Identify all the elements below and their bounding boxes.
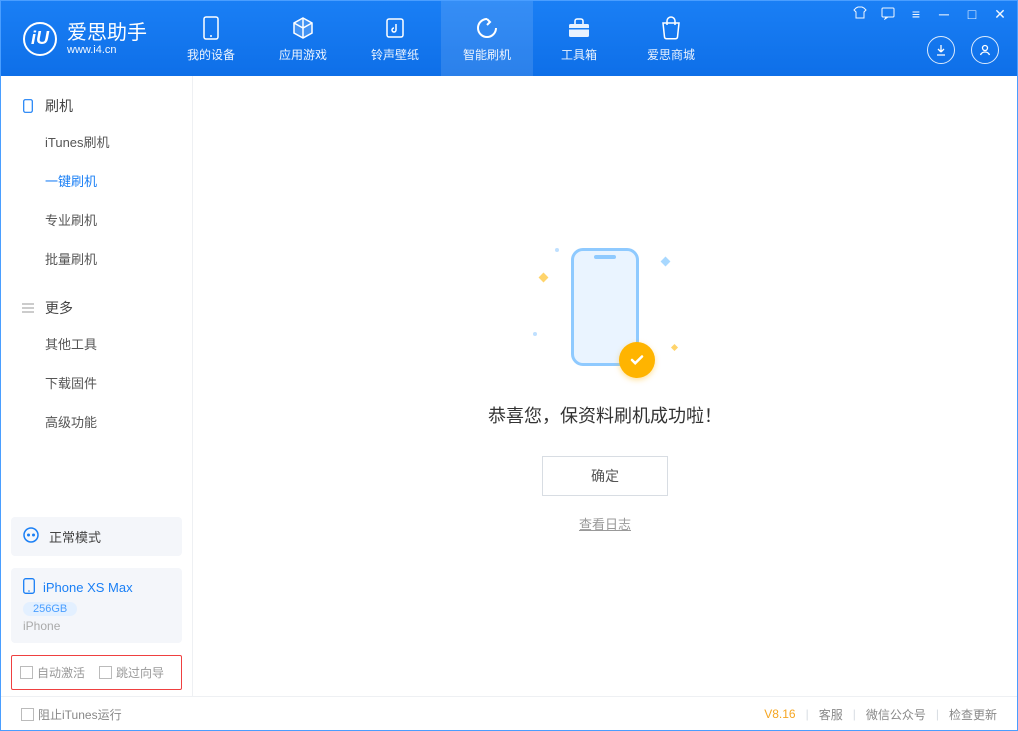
feedback-icon[interactable] (879, 6, 897, 23)
device-box[interactable]: iPhone XS Max 256GB iPhone (11, 568, 182, 643)
nav-tab-apps[interactable]: 应用游戏 (257, 1, 349, 76)
nav-tab-store[interactable]: 爱思商城 (625, 1, 717, 76)
nav-tabs: 我的设备 应用游戏 铃声壁纸 智能刷机 工具箱 爱思商城 (165, 1, 717, 76)
list-icon (21, 301, 35, 315)
sidebar-item-advanced[interactable]: 高级功能 (45, 402, 192, 441)
device-phone-icon (23, 578, 35, 597)
close-button[interactable]: ✕ (991, 6, 1009, 23)
sidebar-head-more[interactable]: 更多 (1, 292, 192, 324)
nav-tab-tools[interactable]: 工具箱 (533, 1, 625, 76)
cube-icon (290, 15, 316, 41)
checkbox-auto-activate[interactable]: 自动激活 (20, 664, 85, 681)
logo-area: iU 爱思助手 www.i4.cn (1, 1, 165, 76)
version-label: V8.16 (764, 707, 795, 721)
sidebar-item-pro-flash[interactable]: 专业刷机 (45, 200, 192, 239)
brand-name: 爱思助手 (67, 22, 147, 44)
footer-link-support[interactable]: 客服 (819, 706, 843, 723)
download-icon[interactable] (927, 36, 955, 64)
footer: 阻止iTunes运行 V8.16 | 客服 | 微信公众号 | 检查更新 (1, 696, 1017, 731)
mode-box[interactable]: 正常模式 (11, 517, 182, 556)
sidebar-item-other-tools[interactable]: 其他工具 (45, 324, 192, 363)
device-capacity: 256GB (23, 602, 77, 616)
minimize-button[interactable]: ─ (935, 6, 953, 23)
ok-button[interactable]: 确定 (542, 456, 668, 496)
footer-link-update[interactable]: 检查更新 (949, 706, 997, 723)
success-message: 恭喜您，保资料刷机成功啦！ (488, 402, 722, 428)
success-illustration (515, 240, 695, 380)
toolbox-icon (566, 15, 592, 41)
device-name: iPhone XS Max (43, 580, 133, 595)
sidebar-section-more: 更多 其他工具 下载固件 高级功能 (1, 278, 192, 441)
device-type: iPhone (23, 619, 170, 633)
sidebar-item-oneclick-flash[interactable]: 一键刷机 (45, 161, 192, 200)
brand-url: www.i4.cn (67, 44, 147, 56)
phone-small-icon (21, 99, 35, 113)
footer-link-wechat[interactable]: 微信公众号 (866, 706, 926, 723)
checkbox-block-itunes[interactable]: 阻止iTunes运行 (21, 706, 122, 723)
window-controls: ≡ ─ □ ✕ (851, 6, 1009, 23)
music-icon (382, 15, 408, 41)
sidebar-item-itunes-flash[interactable]: iTunes刷机 (45, 122, 192, 161)
user-icon[interactable] (971, 36, 999, 64)
check-badge-icon (619, 342, 655, 378)
sidebar: 刷机 iTunes刷机 一键刷机 专业刷机 批量刷机 更多 其他工具 下载固件 … (1, 76, 193, 696)
mode-icon (23, 527, 39, 546)
sidebar-head-flash[interactable]: 刷机 (1, 90, 192, 122)
refresh-icon (474, 15, 500, 41)
header-right-icons (927, 36, 999, 64)
body-area: 刷机 iTunes刷机 一键刷机 专业刷机 批量刷机 更多 其他工具 下载固件 … (1, 76, 1017, 696)
nav-tab-flash[interactable]: 智能刷机 (441, 1, 533, 76)
sidebar-item-batch-flash[interactable]: 批量刷机 (45, 239, 192, 278)
sidebar-section-flash: 刷机 iTunes刷机 一键刷机 专业刷机 批量刷机 (1, 76, 192, 278)
app-header: iU 爱思助手 www.i4.cn 我的设备 应用游戏 铃声壁纸 智能刷机 工具… (1, 1, 1017, 76)
menu-icon[interactable]: ≡ (907, 6, 925, 23)
activation-options: 自动激活 跳过向导 (11, 655, 182, 690)
checkbox-skip-guide[interactable]: 跳过向导 (99, 664, 164, 681)
view-log-link[interactable]: 查看日志 (579, 514, 631, 533)
tshirt-icon[interactable] (851, 6, 869, 23)
nav-tab-ringtones[interactable]: 铃声壁纸 (349, 1, 441, 76)
maximize-button[interactable]: □ (963, 6, 981, 23)
logo-icon: iU (23, 22, 57, 56)
phone-icon (198, 15, 224, 41)
bag-icon (658, 15, 684, 41)
sidebar-item-download-firmware[interactable]: 下载固件 (45, 363, 192, 402)
mode-label: 正常模式 (49, 527, 101, 546)
main-content: 恭喜您，保资料刷机成功啦！ 确定 查看日志 (193, 76, 1017, 696)
nav-tab-device[interactable]: 我的设备 (165, 1, 257, 76)
